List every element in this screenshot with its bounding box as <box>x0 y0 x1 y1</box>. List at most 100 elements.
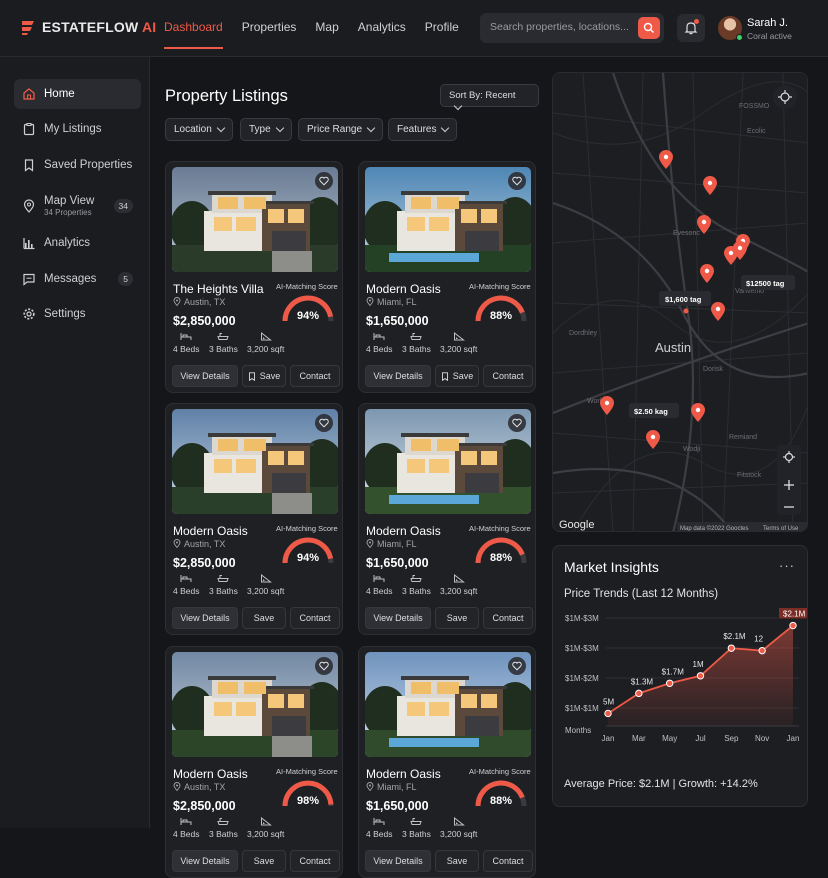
property-card[interactable]: Modern Oasis Miami, FL $1,650,000 AI-Mat… <box>358 646 536 878</box>
save-button[interactable]: Save <box>435 365 479 387</box>
contact-button[interactable]: Contact <box>483 850 533 872</box>
avatar[interactable] <box>718 16 743 41</box>
data-point[interactable] <box>604 709 612 718</box>
sqft-value: 3,200 sqft <box>247 829 285 839</box>
map-price-tag[interactable]: $2.50 kag <box>634 407 668 416</box>
nav-map[interactable]: Map <box>315 20 338 34</box>
sidebar-item-saved-properties[interactable]: Saved Properties <box>14 150 141 180</box>
property-photo-frame[interactable] <box>172 652 338 757</box>
data-point[interactable] <box>727 644 736 652</box>
sort-dropdown[interactable]: Sort By: Recent <box>440 84 539 111</box>
filter-label: Price Range <box>307 124 363 135</box>
filter-price-range[interactable]: Price Range <box>298 118 384 141</box>
favorite-button[interactable] <box>315 414 333 432</box>
map-panel[interactable]: FOSSMO Ecolic Evesonc Dordhley Vanvemo W… <box>552 72 808 532</box>
sidebar-item-messages[interactable]: Messages 5 <box>14 264 141 294</box>
search-button[interactable] <box>638 17 660 39</box>
map-price-tag[interactable]: $1,600 tag <box>665 295 702 304</box>
map-label: FOSSMO <box>739 103 770 110</box>
sidebar-item-home[interactable]: Home <box>14 79 141 109</box>
data-label: $1.7M <box>662 667 685 676</box>
data-point[interactable] <box>635 689 643 698</box>
save-button[interactable]: Save <box>435 607 479 629</box>
map-attribution: Map data ©2022 Gooctes <box>680 525 748 532</box>
property-location: Austin, TX <box>173 539 225 549</box>
favorite-button[interactable] <box>508 172 526 190</box>
property-price: $2,850,000 <box>173 799 236 813</box>
view-details-button[interactable]: View Details <box>365 365 431 387</box>
data-label: $2.1M <box>783 610 806 619</box>
filter-type[interactable]: Type <box>240 118 292 141</box>
view-details-button[interactable]: View Details <box>365 607 431 629</box>
property-photo-frame[interactable] <box>365 652 531 757</box>
property-location-text: Austin, TX <box>184 782 226 792</box>
sidebar-item-analytics[interactable]: Analytics <box>14 228 141 258</box>
save-button[interactable]: Save <box>435 850 479 872</box>
data-point[interactable] <box>665 679 674 688</box>
favorite-button[interactable] <box>508 414 526 432</box>
favorite-button[interactable] <box>315 657 333 675</box>
notifications-button[interactable] <box>677 14 705 42</box>
property-photo-frame[interactable] <box>365 409 531 514</box>
search-input[interactable]: Search properties, locations... <box>480 13 664 43</box>
filter-location[interactable]: Location <box>165 118 233 141</box>
sidebar-item-settings[interactable]: Settings <box>14 299 141 329</box>
insights-summary: Average Price: $2.1M | Growth: +14.2% <box>564 778 758 790</box>
filter-features[interactable]: Features <box>388 118 458 141</box>
button-label: Contact <box>299 613 331 623</box>
contact-button[interactable]: Contact <box>483 365 533 387</box>
property-name[interactable]: Modern Oasis <box>366 767 441 781</box>
sqft-value: 3,200 sqft <box>247 586 285 596</box>
contact-button[interactable]: Contact <box>290 607 340 629</box>
contact-button[interactable]: Contact <box>290 850 340 872</box>
property-price: $1,650,000 <box>366 314 429 328</box>
property-name[interactable]: Modern Oasis <box>366 524 441 538</box>
view-details-button[interactable]: View Details <box>365 850 431 872</box>
favorite-button[interactable] <box>508 657 526 675</box>
contact-button[interactable]: Contact <box>290 365 340 387</box>
user-info[interactable]: Sarah J. Coral active <box>747 17 792 41</box>
data-point[interactable] <box>758 646 766 655</box>
main-nav: Dashboard Properties Map Analytics Profi… <box>164 20 459 49</box>
data-point[interactable] <box>696 672 705 680</box>
nav-analytics[interactable]: Analytics <box>358 20 406 34</box>
nav-profile[interactable]: Profile <box>425 20 459 34</box>
logo-icon <box>22 21 34 35</box>
map-price-tag[interactable]: $12500 tag <box>746 279 785 288</box>
top-bar: ESTATEFLOW AI Dashboard Properties Map A… <box>0 0 828 57</box>
property-name[interactable]: The Heights Villa <box>173 282 264 296</box>
sidebar-item-map-view[interactable]: Map View 34 Properties 34 <box>14 190 141 222</box>
property-card[interactable]: Modern Oasis Miami, FL $1,650,000 AI-Mat… <box>358 161 536 393</box>
property-name[interactable]: Modern Oasis <box>173 524 248 538</box>
property-card[interactable]: Modern Oasis Austin, TX $2,850,000 AI-Ma… <box>165 403 343 635</box>
nav-properties[interactable]: Properties <box>242 20 297 34</box>
property-card[interactable]: Modern Oasis Austin, TX $2,850,000 AI-Ma… <box>165 646 343 878</box>
property-price: $1,650,000 <box>366 556 429 570</box>
favorite-button[interactable] <box>315 172 333 190</box>
property-photo-frame[interactable] <box>172 409 338 514</box>
property-photo-frame[interactable] <box>172 167 338 272</box>
property-card[interactable]: The Heights Villa Austin, TX $2,850,000 … <box>165 161 343 393</box>
logo[interactable]: ESTATEFLOW AI <box>20 18 156 36</box>
property-specs: 4 Beds 3 Baths 3,200 sqft <box>173 817 337 841</box>
price-trend-chart: $1M-$3M $1M-$3M $1M-$2M $1M-$1M Months 5M $1.3… <box>565 608 807 743</box>
map-terms-link[interactable]: Terms of Use <box>763 526 799 532</box>
view-details-button[interactable]: View Details <box>172 850 238 872</box>
data-point[interactable] <box>789 621 797 630</box>
property-photo-frame[interactable] <box>365 167 531 272</box>
view-details-button[interactable]: View Details <box>172 365 238 387</box>
more-options-icon[interactable]: ··· <box>779 558 795 573</box>
map-canvas[interactable]: FOSSMO Ecolic Evesonc Dordhley Vanvemo W… <box>553 73 808 532</box>
property-name[interactable]: Modern Oasis <box>173 767 248 781</box>
property-name[interactable]: Modern Oasis <box>366 282 441 296</box>
view-details-button[interactable]: View Details <box>172 607 238 629</box>
save-button[interactable]: Save <box>242 850 286 872</box>
map-center-button[interactable] <box>773 85 797 109</box>
save-button[interactable]: Save <box>242 365 286 387</box>
save-button[interactable]: Save <box>242 607 286 629</box>
sidebar-item-label: Home <box>44 88 75 100</box>
contact-button[interactable]: Contact <box>483 607 533 629</box>
property-card[interactable]: Modern Oasis Miami, FL $1,650,000 AI-Mat… <box>358 403 536 635</box>
sidebar-item-my-listings[interactable]: My Listings <box>14 114 141 144</box>
nav-dashboard[interactable]: Dashboard <box>164 20 223 49</box>
